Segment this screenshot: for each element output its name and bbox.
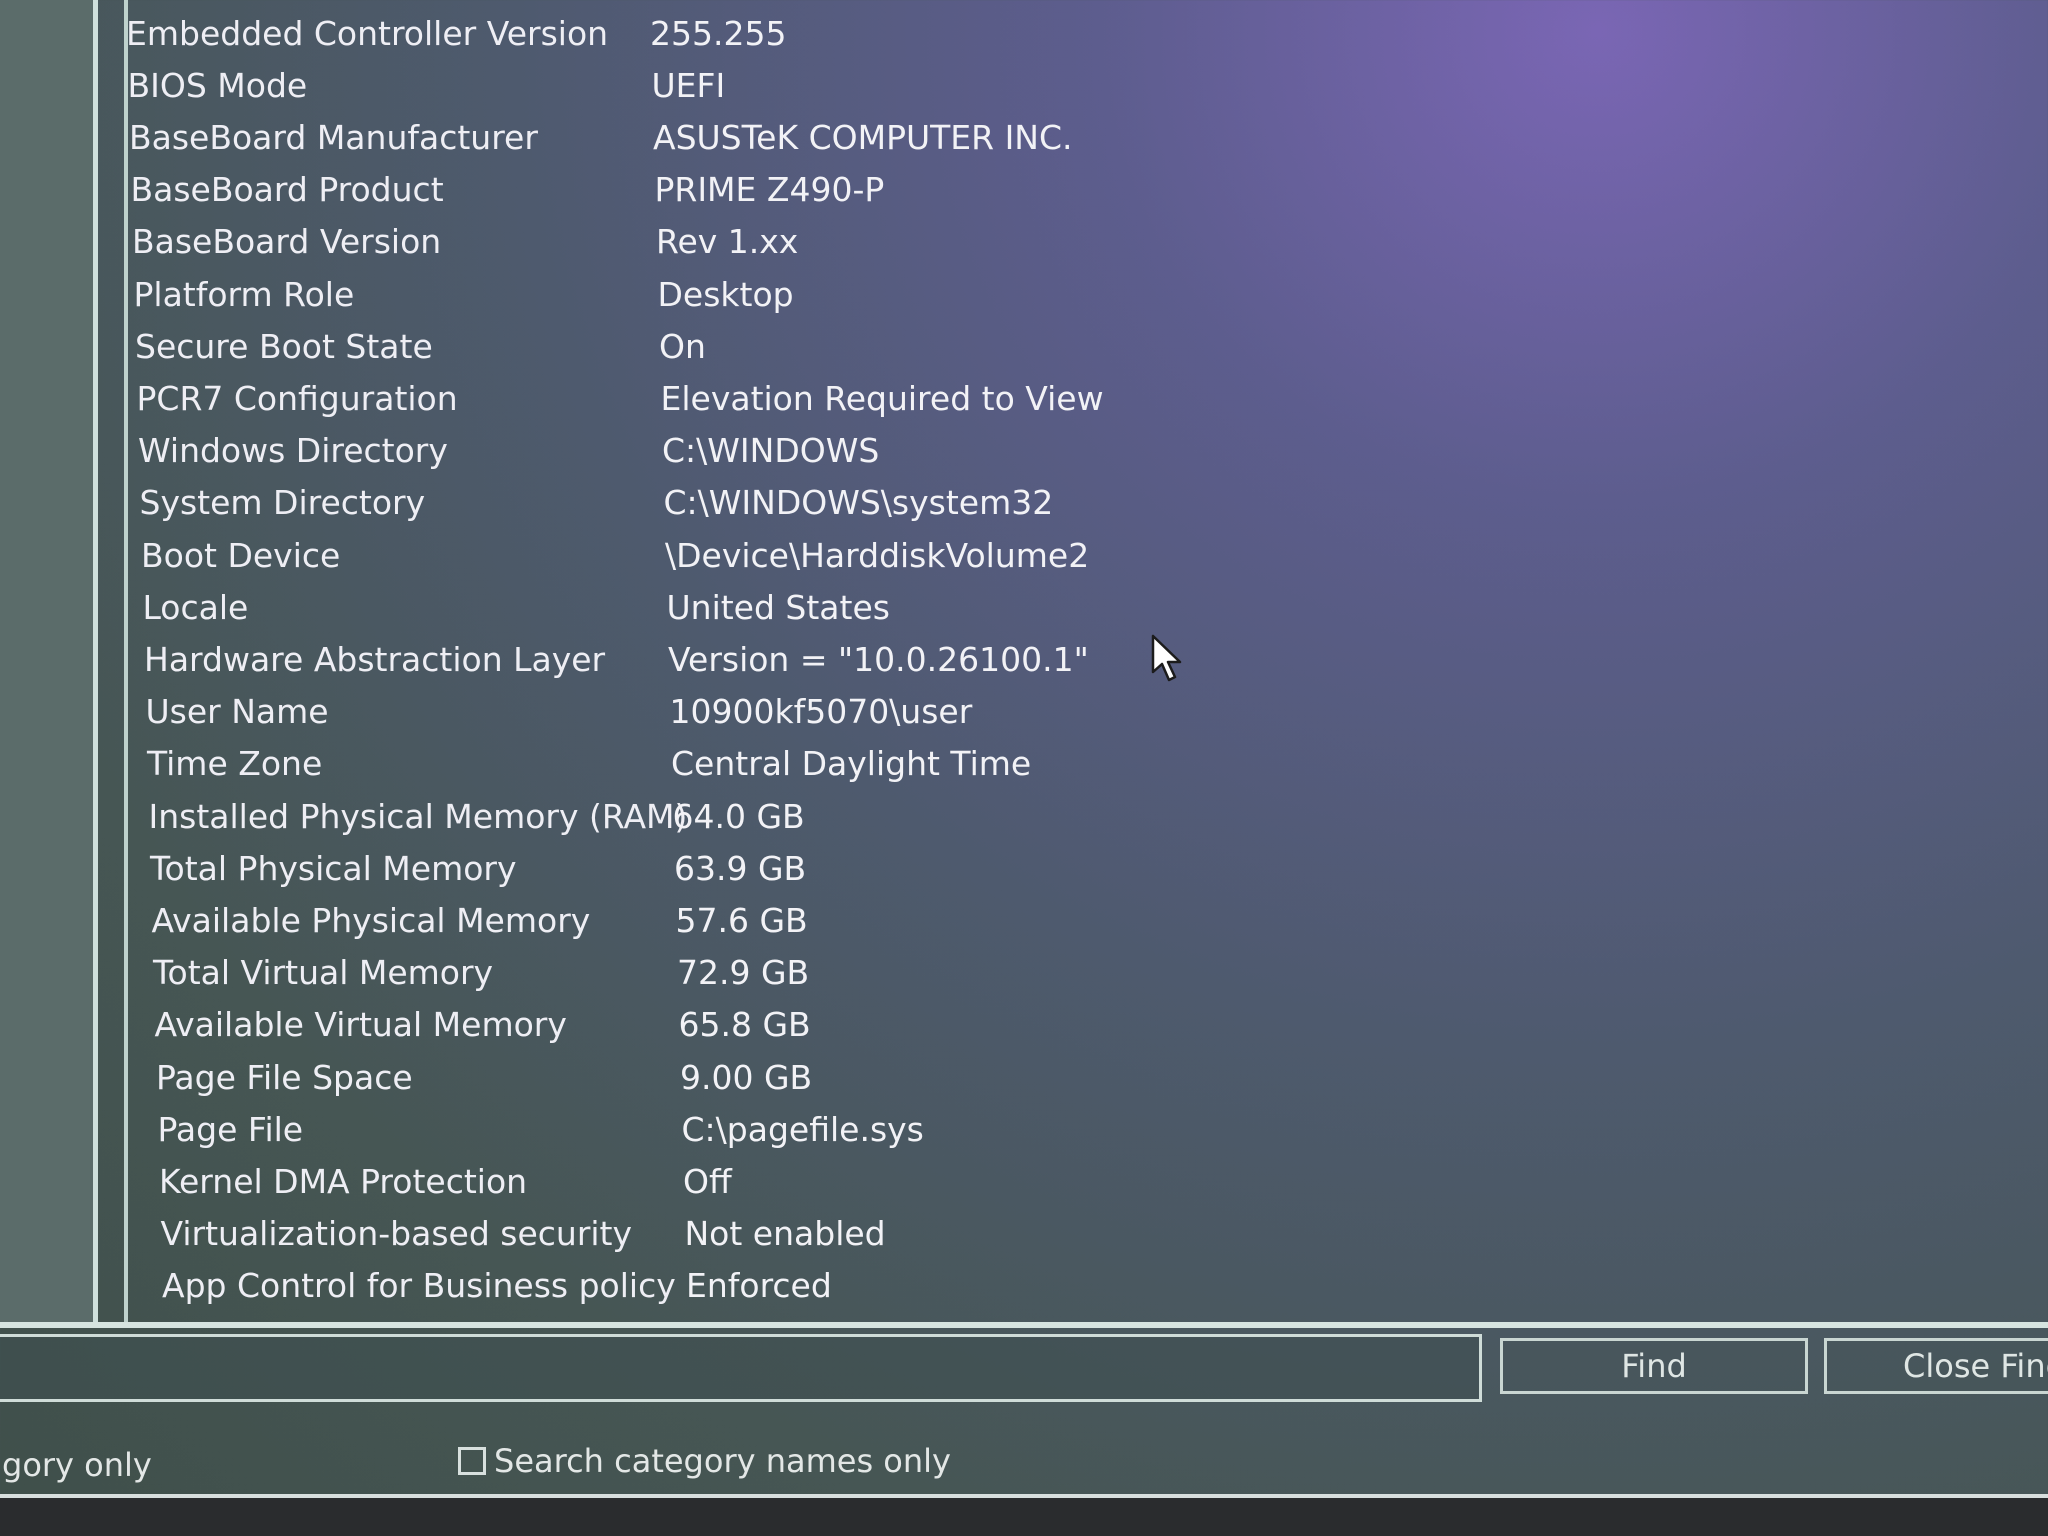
details-row[interactable]: Virtualization-based security Not enabled <box>139 1209 1339 1259</box>
details-item-value: UEFI <box>651 65 726 105</box>
details-item-name: Available Physical Memory <box>151 900 591 940</box>
details-item-value: 64.0 GB <box>672 796 805 836</box>
details-item-name: Kernel DMA Protection <box>159 1161 528 1201</box>
details-row[interactable]: Available Physical Memory 57.6 GB <box>130 895 1330 945</box>
details-row[interactable]: Platform Role Desktop <box>112 269 1312 319</box>
details-item-value: 255.255 <box>650 13 787 53</box>
details-item-name: Available Virtual Memory <box>154 1005 567 1045</box>
details-item-name: Virtualization-based security <box>160 1214 633 1254</box>
search-category-names-option[interactable]: Search category names only <box>458 1442 951 1480</box>
details-item-value: Rev 1.xx <box>656 222 799 262</box>
details-row[interactable]: App Control for Business policy Enforced <box>140 1261 1340 1311</box>
details-item-name: Page File <box>157 1109 304 1149</box>
details-row[interactable]: User Name 10900kf5070\user <box>124 687 1324 737</box>
details-row[interactable]: BIOS Mode UEFI <box>106 60 1306 110</box>
details-item-value: Not enabled <box>684 1214 886 1254</box>
details-item-name: Time Zone <box>147 744 323 784</box>
search-category-names-label: Search category names only <box>494 1442 951 1480</box>
details-item-value: United States <box>666 587 890 627</box>
details-item-value: 65.8 GB <box>678 1005 811 1045</box>
details-row[interactable]: Hardware Abstraction Layer Version = "10.… <box>122 634 1322 684</box>
details-item-value: Version = "10.0.26100.1" <box>668 639 1089 679</box>
details-item-name: Platform Role <box>133 274 355 314</box>
details-item-name: Total Virtual Memory <box>153 953 494 993</box>
window-bottom-border <box>0 1494 2048 1498</box>
search-selected-category-label: gory only <box>2 1446 152 1484</box>
details-row[interactable]: Time Zone Central Daylight Time <box>125 739 1325 789</box>
details-item-name: Locale <box>142 587 249 627</box>
details-item-value: C:\WINDOWS <box>662 431 880 471</box>
details-item-value: ASUSTeK COMPUTER INC. <box>653 117 1073 157</box>
find-what-input[interactable] <box>0 1334 1482 1402</box>
details-item-name: User Name <box>145 692 329 732</box>
pane-splitter[interactable] <box>93 0 98 1328</box>
details-row[interactable]: PCR7 Configuration Elevation Required to … <box>115 373 1315 423</box>
details-item-value: C:\pagefile.sys <box>681 1109 924 1149</box>
mouse-pointer-icon <box>1151 634 1182 682</box>
details-item-value: Elevation Required to View <box>660 378 1104 418</box>
details-item-name: Page File Space <box>156 1057 413 1097</box>
details-item-value: 57.6 GB <box>675 900 808 940</box>
details-item-value: Desktop <box>657 274 794 314</box>
details-item-value: Central Daylight Time <box>671 744 1032 784</box>
details-row[interactable]: Installed Physical Memory (RAM) 64.0 GB <box>127 791 1327 841</box>
details-row[interactable]: Page File Space 9.00 GB <box>134 1052 1334 1102</box>
details-item-value: 63.9 GB <box>674 848 807 888</box>
details-item-value: Off <box>683 1161 732 1201</box>
search-selected-category-option[interactable]: gory only <box>2 1446 152 1484</box>
details-item-name: BaseBoard Manufacturer <box>129 117 538 157</box>
details-item-name: BIOS Mode <box>127 65 308 105</box>
details-row[interactable]: Embedded Controller Version 255.255 <box>104 8 1304 58</box>
details-row[interactable]: BaseBoard Version Rev 1.xx <box>110 217 1310 267</box>
details-item-name: Installed Physical Memory (RAM) <box>148 796 688 836</box>
details-row[interactable]: BaseBoard Manufacturer ASUSTeK COMPUTER I… <box>107 112 1307 162</box>
details-item-name: BaseBoard Version <box>132 222 442 262</box>
details-row[interactable]: Secure Boot State On <box>113 321 1313 371</box>
details-item-name: App Control for Business policy <box>162 1266 676 1306</box>
details-row[interactable]: Locale United States <box>121 582 1321 632</box>
details-item-value: On <box>659 326 706 366</box>
details-item-value: 72.9 GB <box>677 953 810 993</box>
details-item-name: PCR7 Configuration <box>136 378 458 418</box>
details-item-name: BaseBoard Product <box>130 170 444 210</box>
search-category-names-checkbox[interactable] <box>458 1447 486 1475</box>
details-item-name: Secure Boot State <box>135 326 433 366</box>
details-item-value: PRIME Z490-P <box>654 170 885 210</box>
details-row[interactable]: Total Virtual Memory 72.9 GB <box>131 948 1331 998</box>
find-button[interactable]: Find <box>1500 1338 1808 1394</box>
details-row[interactable]: Kernel DMA Protection Off <box>137 1156 1337 1206</box>
details-row[interactable]: Page File C:\pagefile.sys <box>136 1104 1336 1154</box>
details-row[interactable]: System Directory C:\WINDOWS\system32 <box>118 478 1318 528</box>
details-item-name: Hardware Abstraction Layer <box>144 639 606 679</box>
details-item-name: Total Physical Memory <box>150 848 517 888</box>
system-summary-details: Embedded Controller Version 255.255 BIOS M… <box>104 0 2048 1322</box>
close-find-button-label: Close Finc <box>1903 1347 2048 1385</box>
details-item-value: \Device\HarddiskVolume2 <box>665 535 1090 575</box>
details-item-value: C:\WINDOWS\system32 <box>663 483 1054 523</box>
details-row[interactable]: Windows Directory C:\WINDOWS <box>116 426 1316 476</box>
details-item-value: Enforced <box>686 1266 832 1306</box>
category-tree-pane <box>0 0 98 1328</box>
details-item-name: Boot Device <box>141 535 341 575</box>
close-find-button[interactable]: Close Finc <box>1824 1338 2048 1394</box>
details-row[interactable]: BaseBoard Product PRIME Z490-P <box>109 165 1309 215</box>
details-row[interactable]: Boot Device \Device\HarddiskVolume2 <box>119 530 1319 580</box>
details-item-value: 9.00 GB <box>680 1057 813 1097</box>
details-item-name: Embedded Controller Version <box>126 13 609 53</box>
details-item-name: System Directory <box>139 483 426 523</box>
window-bottom-edge <box>0 1494 2048 1536</box>
details-item-name: Windows Directory <box>138 431 448 471</box>
details-item-value: 10900kf5070\user <box>669 692 973 732</box>
details-row[interactable]: Available Virtual Memory 65.8 GB <box>133 1000 1333 1050</box>
find-button-label: Find <box>1621 1347 1687 1385</box>
details-row[interactable]: Total Physical Memory 63.9 GB <box>128 843 1328 893</box>
